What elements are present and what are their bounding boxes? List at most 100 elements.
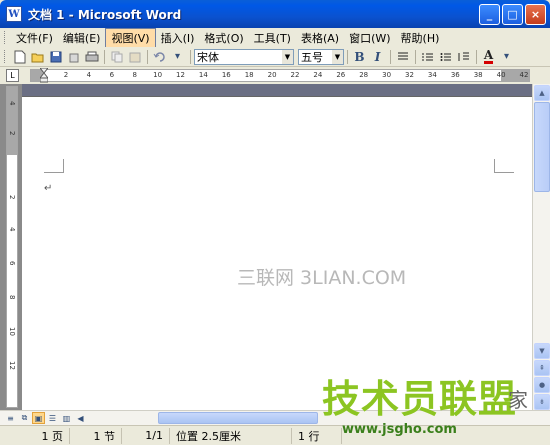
bullet-list-icon[interactable] (437, 48, 454, 65)
logo-extra-char: 家 (508, 388, 528, 412)
menu-tools[interactable]: 工具(T) (249, 29, 296, 47)
bold-button[interactable]: B (351, 48, 368, 65)
italic-button[interactable]: I (369, 48, 386, 65)
status-page: 1 页 (0, 427, 70, 444)
ruler-tick-label: 34 (427, 71, 437, 79)
ruler-tick-label: 6 (109, 71, 115, 79)
ruler-tick-label: 4 (86, 71, 92, 79)
vertical-ruler-tick-label: 4 (8, 227, 16, 232)
minimize-button[interactable]: _ (479, 4, 500, 25)
formatting-toolbar: ▾ 宋体 ▼ 五号 ▼ B I A ▾ (0, 47, 550, 67)
ruler-tick-label: 30 (382, 71, 392, 79)
font-size-select[interactable]: 五号 ▼ (298, 48, 344, 65)
scroll-left-icon[interactable]: ◀ (74, 412, 87, 424)
menu-table[interactable]: 表格(A) (296, 29, 344, 47)
ruler-tick-label: 40 (496, 71, 506, 79)
ruler-tick-label: 14 (198, 71, 208, 79)
ruler-tick-label: 16 (221, 71, 231, 79)
font-color-button[interactable]: A (480, 48, 497, 65)
vertical-ruler-tick-label: 10 (8, 327, 16, 336)
ruler-tick-label: 2 (63, 71, 69, 79)
menu-file[interactable]: 文件(F) (11, 29, 58, 47)
menu-grip[interactable] (4, 31, 7, 44)
ruler-tick-label: 32 (405, 71, 414, 79)
menu-help[interactable]: 帮助(H) (396, 29, 445, 47)
tab-selector[interactable]: L (6, 69, 19, 82)
copy-icon[interactable] (108, 48, 125, 65)
menu-edit[interactable]: 编辑(E) (58, 29, 106, 47)
ruler-tick-label: 8 (132, 71, 137, 79)
vertical-ruler[interactable]: 4 2 2 4 6 8 10 12 (6, 86, 18, 408)
menu-format[interactable]: 格式(O) (199, 29, 248, 47)
ruler-tick-label: 36 (450, 71, 460, 79)
vertical-ruler-tick-label: 6 (8, 261, 16, 266)
toolbar-separator (190, 49, 191, 64)
indent-marker-icon[interactable] (40, 68, 48, 83)
ruler-tick-label: 42 (519, 71, 529, 79)
web-layout-icon[interactable]: ⧉ (18, 412, 31, 424)
horizontal-ruler[interactable]: 2 4 6 8 10 12 14 16 18 20 22 24 26 28 30 32 34 36 38 40 42 (30, 68, 530, 83)
new-document-icon[interactable] (11, 48, 28, 65)
menu-insert[interactable]: 插入(I) (156, 29, 200, 47)
logo-url: www.jsgho.com (342, 422, 457, 437)
vertical-scroll-thumb[interactable] (534, 102, 550, 192)
ruler-tick-label: 38 (473, 71, 483, 79)
print-layout-icon[interactable]: ▣ (32, 412, 45, 424)
chevron-down-icon[interactable]: ▼ (332, 49, 343, 64)
word-app-icon[interactable]: W (6, 6, 22, 22)
print-icon[interactable] (83, 48, 100, 65)
horizontal-scroll-thumb[interactable] (158, 412, 318, 424)
toolbar-separator (390, 49, 391, 64)
align-justify-icon[interactable] (394, 48, 411, 65)
ruler-tick-label: 26 (336, 71, 346, 79)
vertical-ruler-tick-label: 12 (8, 361, 16, 370)
title-bar: W 文档 1 - Microsoft Word _ □ × (0, 0, 550, 28)
chevron-down-icon[interactable]: ▾ (498, 48, 515, 65)
document-page[interactable]: ↵ 三联网 3LIAN.COM (22, 96, 532, 410)
chevron-down-icon[interactable]: ▼ (282, 49, 293, 64)
chevron-down-icon[interactable]: ▾ (169, 48, 186, 65)
ruler-tick-label: 12 (176, 71, 185, 79)
ruler-tick-label: 28 (359, 71, 369, 79)
maximize-button[interactable]: □ (502, 4, 523, 25)
site-watermark: 三联网 3LIAN.COM (237, 267, 407, 289)
logo-title: 技术员联盟 (322, 377, 518, 421)
close-button[interactable]: × (525, 4, 546, 25)
menu-window[interactable]: 窗口(W) (344, 29, 395, 47)
undo-icon[interactable] (151, 48, 168, 65)
vertical-ruler-tick-label: 4 (8, 101, 16, 106)
save-icon[interactable] (47, 48, 64, 65)
toolbar-separator (415, 49, 416, 64)
status-position: 位置 2.5厘米 (170, 427, 292, 444)
decrease-indent-icon[interactable] (455, 48, 472, 65)
ruler-tick-label: 10 (153, 71, 163, 79)
font-name-select[interactable]: 宋体 ▼ (194, 48, 294, 65)
toolbar-separator (476, 49, 477, 64)
toolbar-grip[interactable] (4, 50, 7, 63)
open-folder-icon[interactable] (29, 48, 46, 65)
site-logo: 技术员联盟 家 www.jsgho.com (322, 378, 546, 440)
numbered-list-icon[interactable] (419, 48, 436, 65)
scroll-down-icon[interactable]: ▼ (534, 343, 550, 359)
toolbar-separator (347, 49, 348, 64)
previous-page-icon[interactable]: ⇞ (534, 360, 550, 376)
vertical-scrollbar[interactable]: ▲ ▼ ⇞ ● ⇟ (532, 84, 550, 410)
status-page-of: 1/1 (122, 427, 170, 444)
scroll-up-icon[interactable]: ▲ (534, 85, 550, 101)
menu-view[interactable]: 视图(V) (105, 27, 156, 48)
margin-corner-top-left (44, 159, 64, 173)
status-section: 1 节 (70, 427, 122, 444)
window-title: 文档 1 - Microsoft Word (28, 7, 182, 22)
normal-view-icon[interactable]: ≡ (4, 412, 17, 424)
paragraph-mark: ↵ (44, 183, 53, 194)
vertical-ruler-tick-label: 8 (8, 295, 16, 300)
vertical-ruler-tick-label: 2 (8, 131, 16, 136)
menu-bar: 文件(F) 编辑(E) 视图(V) 插入(I) 格式(O) 工具(T) 表格(A… (0, 27, 550, 48)
ruler-row: L 2 4 6 8 10 12 14 16 18 20 22 24 26 28 30 32 34 36 38 40 42 (0, 67, 550, 84)
reading-layout-icon[interactable]: ▥ (60, 412, 73, 424)
toolbar-separator (147, 49, 148, 64)
outline-view-icon[interactable]: ☰ (46, 412, 59, 424)
page-top-margin (22, 84, 532, 96)
permission-icon[interactable] (65, 48, 82, 65)
paste-icon[interactable] (126, 48, 143, 65)
